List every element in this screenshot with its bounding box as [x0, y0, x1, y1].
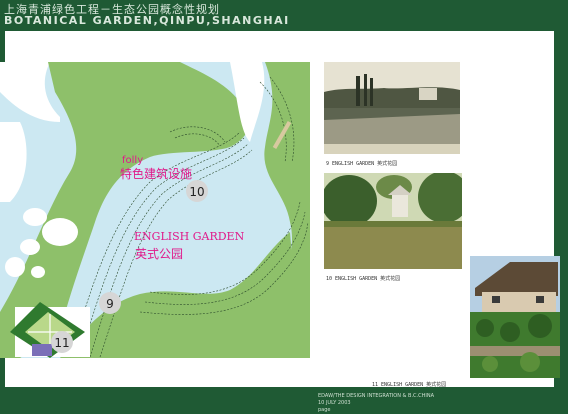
- svg-text:9: 9: [106, 297, 114, 311]
- header-bar: 上海青浦绿色工程－生态公园概念性规划 BOTANICAL GARDEN,QINP…: [0, 0, 568, 30]
- header-corner: [549, 0, 568, 30]
- label-english-garden-cn: 英式公园: [135, 247, 183, 261]
- label-english-garden: ENGLISH GARDEN: [134, 230, 245, 243]
- svg-text:10: 10: [189, 185, 204, 199]
- formal-garden: [10, 302, 90, 358]
- marker-9: 9: [99, 292, 121, 314]
- marker-10: 10: [186, 180, 208, 202]
- footer-credits: EDAW/THE DESIGN INTEGRATION & B.C.CHINA …: [318, 393, 434, 414]
- photo-10-caption: 10 ENGLISH GARDEN 英式花园: [326, 276, 401, 282]
- marker-11: 11: [51, 331, 73, 353]
- footer-line-2: 10 JULY 2003: [318, 400, 351, 406]
- photo-11-caption: 11 ENGLISH GARDEN 英式花园: [372, 382, 447, 388]
- svg-text:11: 11: [54, 336, 69, 350]
- photo-9-lake: [324, 62, 460, 154]
- photo-10-temple: [324, 173, 462, 269]
- label-folly: folly: [122, 155, 143, 166]
- photo-9-caption: 9 ENGLISH GARDEN 英式花园: [326, 161, 398, 167]
- footer-line-1: EDAW/THE DESIGN INTEGRATION & B.C.CHINA: [318, 393, 434, 399]
- site-plan-map: folly 特色建筑设施 ENGLISH GARDEN 英式公园 10 9 11: [0, 62, 310, 358]
- photo-11-cottage: [470, 256, 560, 378]
- title-en: BOTANICAL GARDEN,QINPU,SHANGHAI: [4, 14, 290, 27]
- label-folly-cn: 特色建筑设施: [120, 166, 192, 181]
